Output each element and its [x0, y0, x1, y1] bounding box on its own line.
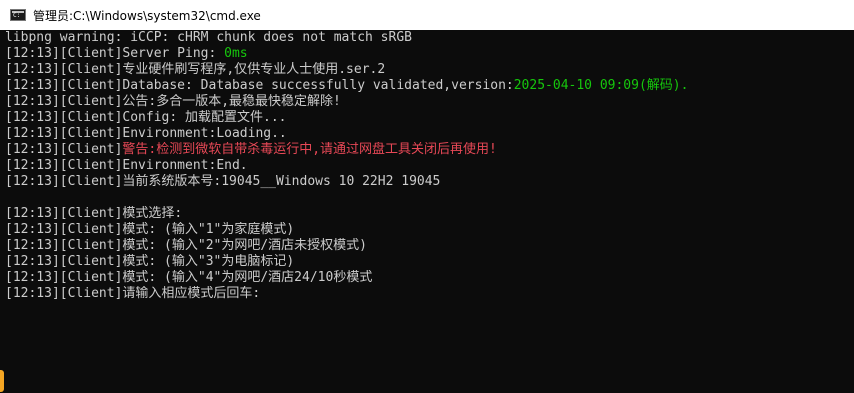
console-line: [12:13][Client]Environment:Loading..: [0, 126, 854, 142]
console-line: [12:13][Client]警告:检测到微软自带杀毒运行中,请通过网盘工具关闭…: [0, 142, 854, 158]
console-line-text: [12:13][Client]模式: (输入"3"为电脑标记): [5, 254, 295, 269]
console-line-text: [12:13][Client]Config: 加载配置文件...: [5, 110, 287, 125]
console-line-text: [12:13][Client]Server Ping:: [5, 46, 225, 61]
console-line: libpng warning: iCCP: cHRM chunk does no…: [0, 30, 854, 46]
console-line-text: [12:13][Client]模式: (输入"1"为家庭模式): [5, 222, 295, 237]
window-title: 管理员:C:\Windows\system32\cmd.exe: [33, 8, 261, 23]
console-line: [12:13][Client]模式: (输入"4"为网吧/酒店24/10秒模式: [0, 270, 854, 286]
console-line-text: [12:13][Client]: [5, 142, 123, 157]
console-line-highlight: 0ms: [224, 46, 248, 61]
console-line-text: [12:13][Client]请输入相应模式后回车:: [5, 286, 261, 301]
console-line: [12:13][Client]专业硬件刷写程序,仅供专业人士使用.ser.2: [0, 62, 854, 78]
console-line: [12:13][Client]请输入相应模式后回车:: [0, 286, 854, 302]
console-line-text: [12:13][Client]公告:多合一版本,最稳最快稳定解除!: [5, 94, 341, 109]
console-line: [12:13][Client]Environment:End.: [0, 158, 854, 174]
console-line-warning: 警告:检测到微软自带杀毒运行中,请通过网盘工具关闭后再使用!: [122, 142, 497, 157]
console-output[interactable]: libpng warning: iCCP: cHRM chunk does no…: [0, 30, 854, 393]
taskbar-accent: [0, 370, 4, 392]
console-line: [12:13][Client]Database: Database succes…: [0, 78, 854, 94]
console-line-text: [12:13][Client]模式: (输入"2"为网吧/酒店未授权模式): [5, 238, 368, 253]
console-line: [12:13][Client]Server Ping: 0ms: [0, 46, 854, 62]
console-line-text: libpng warning: iCCP: cHRM chunk does no…: [5, 30, 412, 45]
console-line: [12:13][Client]模式: (输入"2"为网吧/酒店未授权模式): [0, 238, 854, 254]
console-line: [12:13][Client]公告:多合一版本,最稳最快稳定解除!: [0, 94, 854, 110]
console-line: [12:13][Client]模式: (输入"3"为电脑标记): [0, 254, 854, 270]
console-line: [12:13][Client]模式: (输入"1"为家庭模式): [0, 222, 854, 238]
cmd-icon: [10, 9, 26, 21]
console-line: [12:13][Client]模式选择:: [0, 206, 854, 222]
console-line-text: [12:13][Client]模式: (输入"4"为网吧/酒店24/10秒模式: [5, 270, 373, 285]
console-line-highlight: 2025-04-10 09:09(解码).: [513, 78, 689, 93]
console-line-text: [12:13][Client]模式选择:: [5, 206, 183, 221]
console-line-text: [12:13][Client]当前系统版本号:19045__Windows 10…: [5, 174, 441, 189]
console-line: [12:13][Client]当前系统版本号:19045__Windows 10…: [0, 174, 854, 190]
console-line-text: [12:13][Client]Database: Database succes…: [5, 78, 514, 93]
edge-glyph: [0, 208, 5, 222]
console-line-text: [12:13][Client]Environment:Loading..: [5, 126, 287, 141]
title-bar[interactable]: 管理员:C:\Windows\system32\cmd.exe: [0, 0, 854, 30]
console-line-text: [12:13][Client]Environment:End.: [5, 158, 248, 173]
console-line-text: [12:13][Client]专业硬件刷写程序,仅供专业人士使用.ser.2: [5, 62, 386, 77]
console-line: [12:13][Client]Config: 加载配置文件...: [0, 110, 854, 126]
